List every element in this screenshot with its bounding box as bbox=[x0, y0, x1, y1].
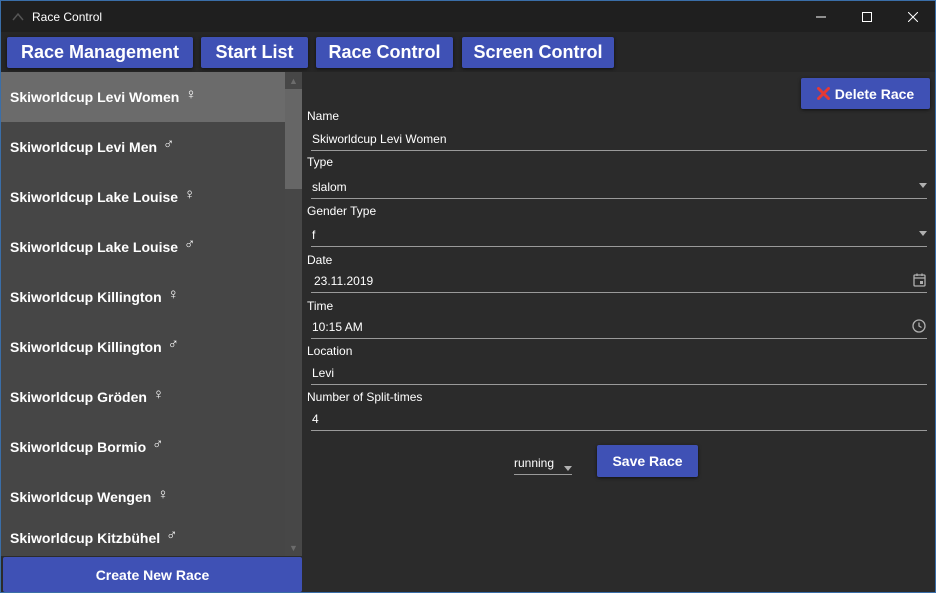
split-times-label: Number of Split-times bbox=[307, 390, 423, 404]
female-icon: ♀ bbox=[184, 185, 196, 203]
chevron-down-icon bbox=[564, 460, 572, 474]
calendar-icon[interactable] bbox=[913, 273, 926, 287]
scrollbar-thumb[interactable] bbox=[285, 89, 302, 189]
gender-type-value: f bbox=[312, 227, 316, 242]
race-list-item[interactable]: Skiworldcup Wengen ♀ bbox=[1, 472, 285, 522]
app-window: Race Control Race Management Start List … bbox=[0, 0, 936, 593]
female-icon: ♀ bbox=[167, 285, 179, 303]
delete-race-label: Delete Race bbox=[834, 85, 915, 102]
date-label: Date bbox=[307, 253, 333, 267]
nav-start-list-button[interactable]: Start List bbox=[201, 37, 308, 68]
nav-screen-control-button[interactable]: Screen Control bbox=[462, 37, 614, 68]
female-icon: ♀ bbox=[185, 85, 197, 103]
name-input[interactable]: Skiworldcup Levi Women bbox=[311, 127, 927, 151]
race-status-value: running bbox=[514, 455, 555, 470]
race-list-item[interactable]: Skiworldcup Levi Women ♀ bbox=[1, 72, 285, 122]
male-icon: ♂ bbox=[166, 527, 178, 544]
close-icon bbox=[908, 11, 918, 22]
time-picker[interactable]: 10:15 AM bbox=[311, 315, 927, 339]
type-value: slalom bbox=[312, 179, 347, 194]
nav-bar: Race Management Start List Race Control … bbox=[1, 32, 935, 72]
time-label: Time bbox=[307, 299, 334, 313]
male-icon: ♂ bbox=[152, 435, 164, 453]
gender-type-select[interactable]: f bbox=[311, 223, 927, 247]
race-list-item[interactable]: Skiworldcup Killington ♀ bbox=[1, 272, 285, 322]
split-times-input[interactable]: 4 bbox=[311, 407, 927, 431]
race-list-scrollbar[interactable]: ▲ ▼ bbox=[285, 72, 302, 556]
race-list: Skiworldcup Levi Women ♀ Skiworldcup Lev… bbox=[1, 72, 302, 556]
minimize-button[interactable] bbox=[798, 1, 844, 32]
create-new-race-button[interactable]: Create New Race bbox=[3, 557, 302, 592]
race-list-item[interactable]: Skiworldcup Bormio ♂ bbox=[1, 422, 285, 472]
male-icon: ♂ bbox=[163, 135, 175, 153]
date-value: 23.11.2019 bbox=[314, 273, 374, 288]
female-icon: ♀ bbox=[157, 485, 169, 503]
nav-race-control-button[interactable]: Race Control bbox=[316, 37, 453, 68]
type-select[interactable]: slalom bbox=[311, 175, 927, 199]
time-value: 10:15 AM bbox=[312, 319, 363, 334]
close-button[interactable] bbox=[890, 1, 935, 32]
female-icon: ♀ bbox=[152, 385, 165, 403]
save-race-button[interactable]: Save Race bbox=[597, 445, 698, 477]
race-name: Skiworldcup Gröden bbox=[10, 389, 147, 405]
date-picker[interactable]: 23.11.2019 bbox=[311, 269, 927, 293]
race-list-item[interactable]: Skiworldcup Gröden ♀ bbox=[1, 372, 285, 422]
race-list-item[interactable]: Skiworldcup Killington ♂ bbox=[1, 322, 285, 372]
race-name: Skiworldcup Bormio bbox=[10, 439, 147, 455]
chevron-down-icon bbox=[919, 231, 927, 236]
maximize-button[interactable] bbox=[844, 1, 890, 32]
race-name: Skiworldcup Lake Louise bbox=[10, 189, 179, 205]
delete-x-icon bbox=[816, 87, 830, 100]
race-status-select[interactable]: running bbox=[514, 451, 572, 475]
male-icon: ♂ bbox=[167, 335, 179, 353]
race-list-item[interactable]: Skiworldcup Levi Men ♂ bbox=[1, 122, 285, 172]
race-list-item[interactable]: Skiworldcup Kitzbühel ♂ bbox=[1, 522, 285, 556]
minimize-icon bbox=[816, 16, 826, 17]
race-name: Skiworldcup Killington bbox=[10, 339, 162, 355]
race-name: Skiworldcup Wengen bbox=[10, 489, 152, 505]
location-label: Location bbox=[307, 344, 353, 358]
race-name: Skiworldcup Kitzbühel bbox=[10, 530, 161, 546]
scroll-down-icon[interactable]: ▼ bbox=[285, 539, 302, 556]
race-name: Skiworldcup Lake Louise bbox=[10, 239, 179, 255]
race-list-item[interactable]: Skiworldcup Lake Louise ♀ bbox=[1, 172, 285, 222]
maximize-icon bbox=[862, 11, 872, 22]
location-input[interactable]: Levi bbox=[311, 361, 927, 385]
scroll-up-icon[interactable]: ▲ bbox=[285, 72, 302, 89]
clock-icon[interactable] bbox=[912, 319, 926, 333]
title-bar: Race Control bbox=[1, 1, 935, 32]
race-list-item[interactable]: Skiworldcup Lake Louise ♂ bbox=[1, 222, 285, 272]
type-label: Type bbox=[307, 155, 334, 169]
chevron-down-icon bbox=[919, 183, 927, 188]
location-value: Levi bbox=[312, 365, 335, 380]
delete-race-button[interactable]: Delete Race bbox=[801, 78, 930, 109]
race-name: Skiworldcup Levi Women bbox=[10, 89, 180, 105]
name-label: Name bbox=[307, 109, 340, 123]
app-icon bbox=[12, 11, 24, 23]
race-form: Delete Race Name Skiworldcup Levi Women … bbox=[302, 72, 935, 592]
gender-type-label: Gender Type bbox=[307, 204, 377, 218]
window-title: Race Control bbox=[32, 9, 103, 24]
race-name: Skiworldcup Killington bbox=[10, 289, 162, 305]
split-times-value: 4 bbox=[312, 411, 319, 426]
male-icon: ♂ bbox=[184, 235, 196, 253]
nav-race-management-button[interactable]: Race Management bbox=[7, 37, 193, 68]
name-value: Skiworldcup Levi Women bbox=[312, 131, 447, 146]
race-name: Skiworldcup Levi Men bbox=[10, 139, 158, 155]
